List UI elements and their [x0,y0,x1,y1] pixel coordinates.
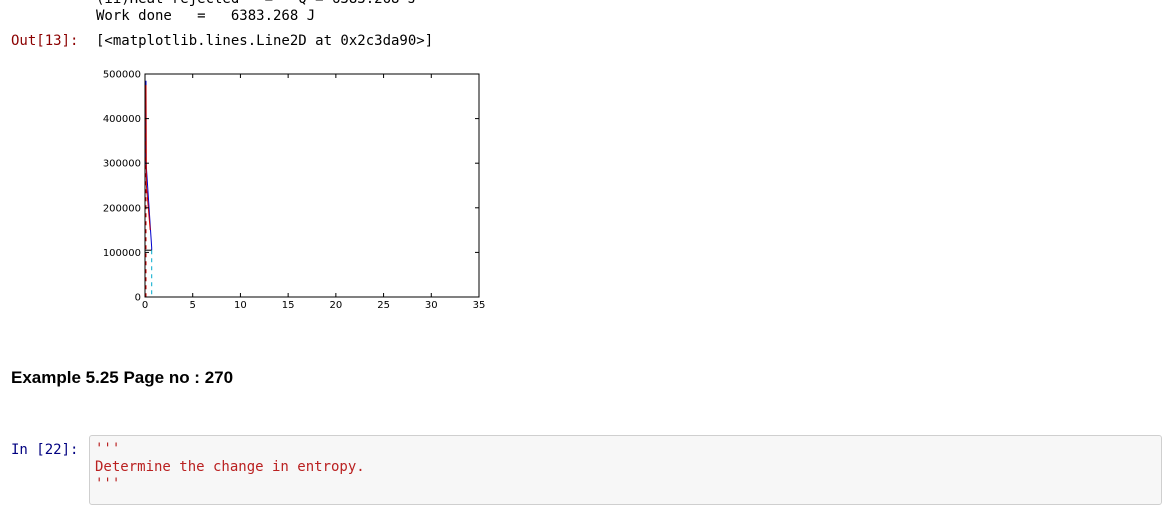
y-tick-label: 0 [135,293,141,304]
code-line: ''' [95,441,121,457]
stdout-line: Work done = 6383.268 J [96,8,316,24]
code-line: ''' [95,476,121,492]
y-tick-label: 500000 [103,70,141,81]
series-line-0 [145,80,153,251]
x-tick-label: 25 [377,300,390,311]
x-tick-label: 15 [282,300,295,311]
x-tick-label: 35 [473,300,486,311]
x-tick-label: 0 [142,300,148,311]
x-tick-label: 10 [234,300,247,311]
out-repr-text: [<matplotlib.lines.Line2D at 0x2c3da90>] [96,33,434,49]
x-tick-label: 30 [425,300,438,311]
example-heading: Example 5.25 Page no : 270 [11,368,234,387]
y-tick-label: 200000 [103,203,141,214]
y-tick-label: 100000 [103,248,141,259]
x-tick-label: 20 [329,300,342,311]
in-prompt: In [22]: [11,442,79,458]
stdout-line: (ii)Heat rejected = Q = 6383.268 J [96,0,416,8]
y-tick-label: 400000 [103,114,141,125]
out-prompt: Out[13]: [11,33,79,49]
plot-area: 0 5 10 15 20 25 30 35 0 100000 200000 300000 400000 5… [103,70,486,312]
code-line: Determine the change in entropy. [95,459,365,475]
axes-frame [144,73,480,298]
x-tick-label: 5 [190,300,196,311]
y-tick-label: 300000 [103,159,141,170]
matplotlib-chart: 0 5 10 15 20 25 30 35 0 100000 200000 300000 400000 5… [103,70,486,312]
